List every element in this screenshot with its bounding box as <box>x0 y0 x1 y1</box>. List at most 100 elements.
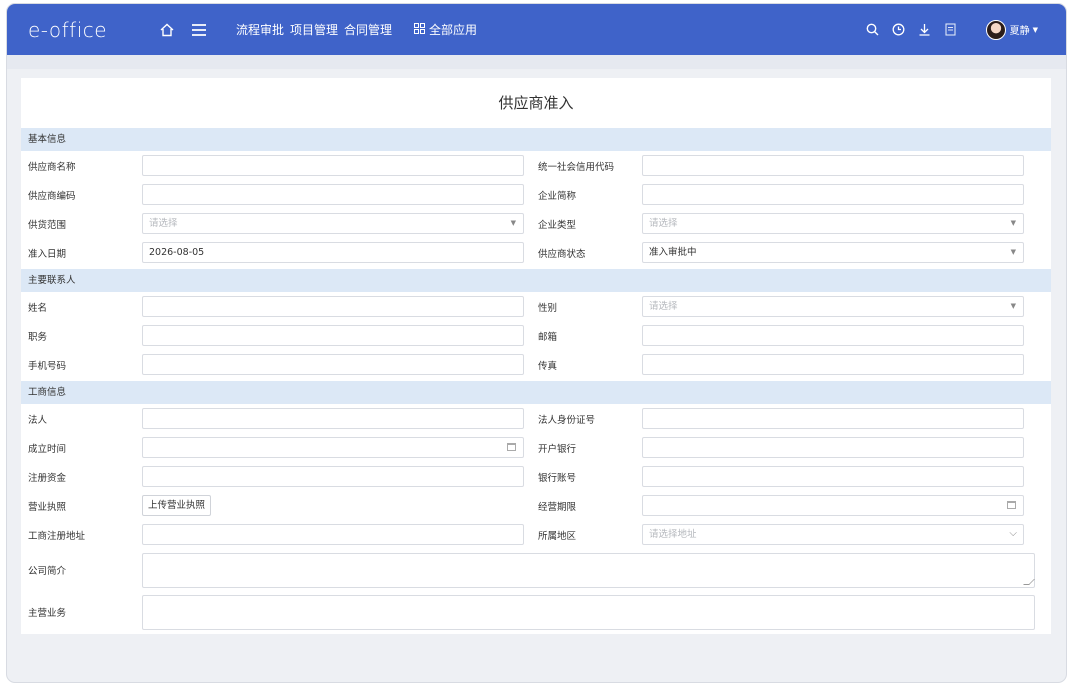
search-icon[interactable] <box>864 21 882 39</box>
section-main-contact: 主要联系人 <box>21 269 1051 292</box>
enterprise-type-select[interactable]: 请选择 ▼ <box>642 213 1024 234</box>
admit-date-input[interactable]: 2026-08-05 <box>142 242 524 263</box>
nav-link-projects[interactable]: 项目管理 <box>290 21 338 38</box>
legal-person-input[interactable] <box>142 408 524 429</box>
app-logo[interactable]: e-office <box>28 18 148 42</box>
form-row: 姓名 性别 请选择 ▼ <box>21 292 1051 321</box>
fax-label: 传真 <box>538 360 558 372</box>
capital-label: 注册资金 <box>28 472 67 484</box>
page-title: 供应商准入 <box>498 94 574 112</box>
caret-down-icon: ▼ <box>510 219 516 227</box>
form-row: 供货范围 请选择 ▼ 企业类型 请选择 ▼ <box>21 209 1051 238</box>
gender-placeholder: 请选择 <box>649 301 678 312</box>
calendar-icon[interactable] <box>507 443 516 451</box>
form-row: 职务 邮箱 <box>21 321 1051 350</box>
supplier-status-value: 准入审批中 <box>649 247 697 258</box>
chevron-down-icon[interactable]: ▼ <box>1033 26 1038 34</box>
account-input[interactable] <box>642 466 1024 487</box>
form-row: 注册资金 银行账号 <box>21 462 1051 491</box>
resize-handle-icon[interactable] <box>1023 578 1035 585</box>
calendar-icon[interactable] <box>1007 501 1016 509</box>
section-basic-info: 基本信息 <box>21 128 1051 151</box>
credit-code-label: 统一社会信用代码 <box>538 161 615 173</box>
short-name-input[interactable] <box>642 184 1024 205</box>
reg-address-input[interactable] <box>142 524 524 545</box>
capital-input[interactable] <box>142 466 524 487</box>
form-row: 供应商编码 企业简称 <box>21 180 1051 209</box>
mobile-label: 手机号码 <box>28 360 67 372</box>
upload-license-button[interactable]: 上传营业执照 <box>142 495 212 516</box>
email-label: 邮箱 <box>538 331 558 343</box>
caret-down-icon: ▼ <box>1010 219 1016 227</box>
grid-icon <box>414 22 426 37</box>
clock-icon[interactable] <box>890 21 908 39</box>
all-apps-label: 全部应用 <box>429 23 478 37</box>
form-row: 法人 法人身份证号 <box>21 404 1051 433</box>
license-label: 营业执照 <box>28 501 67 513</box>
form-row: 成立时间 开户银行 <box>21 433 1051 462</box>
nav-link-contracts[interactable]: 合同管理 <box>344 21 392 38</box>
user-avatar[interactable] <box>985 19 1006 40</box>
form-row: 主营业务 <box>21 591 1051 633</box>
bank-input[interactable] <box>642 437 1024 458</box>
position-input[interactable] <box>142 325 524 346</box>
legal-person-label: 法人 <box>28 414 48 426</box>
form-row: 营业执照 上传营业执照 经营期限 <box>21 491 1051 520</box>
supplier-status-label: 供应商状态 <box>538 248 586 260</box>
business-term-label: 经营期限 <box>538 501 577 513</box>
legal-id-label: 法人身份证号 <box>538 414 596 426</box>
legal-id-input[interactable] <box>642 408 1024 429</box>
header-tools: 夏静 ▼ <box>856 4 1038 55</box>
supplier-name-input[interactable] <box>142 155 524 176</box>
intro-textarea[interactable] <box>142 552 1035 588</box>
menu-icon[interactable] <box>188 19 210 41</box>
account-label: 银行账号 <box>538 472 577 484</box>
form-row: 公司简介 <box>21 549 1051 591</box>
supplier-status-select[interactable]: 准入审批中 ▼ <box>642 242 1024 263</box>
contact-name-input[interactable] <box>142 296 524 317</box>
mobile-input[interactable] <box>142 354 524 375</box>
license-upload-wrap: 上传营业执照 <box>142 495 524 516</box>
supplier-code-label: 供应商编码 <box>28 190 76 202</box>
main-business-label: 主营业务 <box>28 608 67 619</box>
supply-scope-placeholder: 请选择 <box>149 218 178 229</box>
supplier-name-label: 供应商名称 <box>28 161 76 173</box>
form-row: 准入日期 2026-08-05 供应商状态 准入审批中 ▼ <box>21 238 1051 267</box>
founded-label: 成立时间 <box>28 443 67 455</box>
nav-link-workflow[interactable]: 流程审批 <box>236 21 284 38</box>
intro-label: 公司简介 <box>28 566 67 577</box>
contact-name-label: 姓名 <box>28 302 48 314</box>
all-apps-button[interactable]: 全部应用 <box>414 21 477 38</box>
business-term-input[interactable] <box>642 495 1024 516</box>
gender-label: 性别 <box>538 302 558 314</box>
supplier-code-input[interactable] <box>142 184 524 205</box>
top-navigation-bar: e-office 流程审批 项目管理 合同管理 全部应用 夏静 ▼ <box>7 4 1066 55</box>
tab-strip <box>7 55 1066 69</box>
fax-input[interactable] <box>642 354 1024 375</box>
caret-down-icon: ▼ <box>1010 302 1016 310</box>
home-icon[interactable] <box>156 19 178 41</box>
main-business-textarea[interactable] <box>142 594 1035 630</box>
gender-select[interactable]: 请选择 ▼ <box>642 296 1024 317</box>
founded-date-input[interactable] <box>142 437 524 458</box>
app-window: e-office 流程审批 项目管理 合同管理 全部应用 夏静 ▼ 供应商准入 … <box>6 3 1067 683</box>
enterprise-type-placeholder: 请选择 <box>649 218 678 229</box>
chevron-down-icon: ⌵ <box>1009 528 1017 539</box>
position-label: 职务 <box>28 331 48 343</box>
document-icon[interactable] <box>942 21 960 39</box>
form-row: 工商注册地址 所属地区 请选择地址 ⌵ <box>21 520 1051 549</box>
form-row: 供应商名称 统一社会信用代码 <box>21 151 1051 180</box>
supply-scope-label: 供货范围 <box>28 219 67 231</box>
short-name-label: 企业简称 <box>538 190 577 202</box>
download-icon[interactable] <box>916 21 934 39</box>
region-placeholder: 请选择地址 <box>649 529 697 540</box>
reg-address-label: 工商注册地址 <box>28 530 86 542</box>
region-select[interactable]: 请选择地址 ⌵ <box>642 524 1024 545</box>
supplier-admission-form: 供应商准入 基本信息 供应商名称 统一社会信用代码 供应商编码 企业简称 供货范… <box>21 78 1051 634</box>
supply-scope-select[interactable]: 请选择 ▼ <box>142 213 524 234</box>
admit-date-label: 准入日期 <box>28 248 67 260</box>
user-name[interactable]: 夏静 <box>1010 22 1030 37</box>
credit-code-input[interactable] <box>642 155 1024 176</box>
email-input[interactable] <box>642 325 1024 346</box>
enterprise-type-label: 企业类型 <box>538 219 577 231</box>
